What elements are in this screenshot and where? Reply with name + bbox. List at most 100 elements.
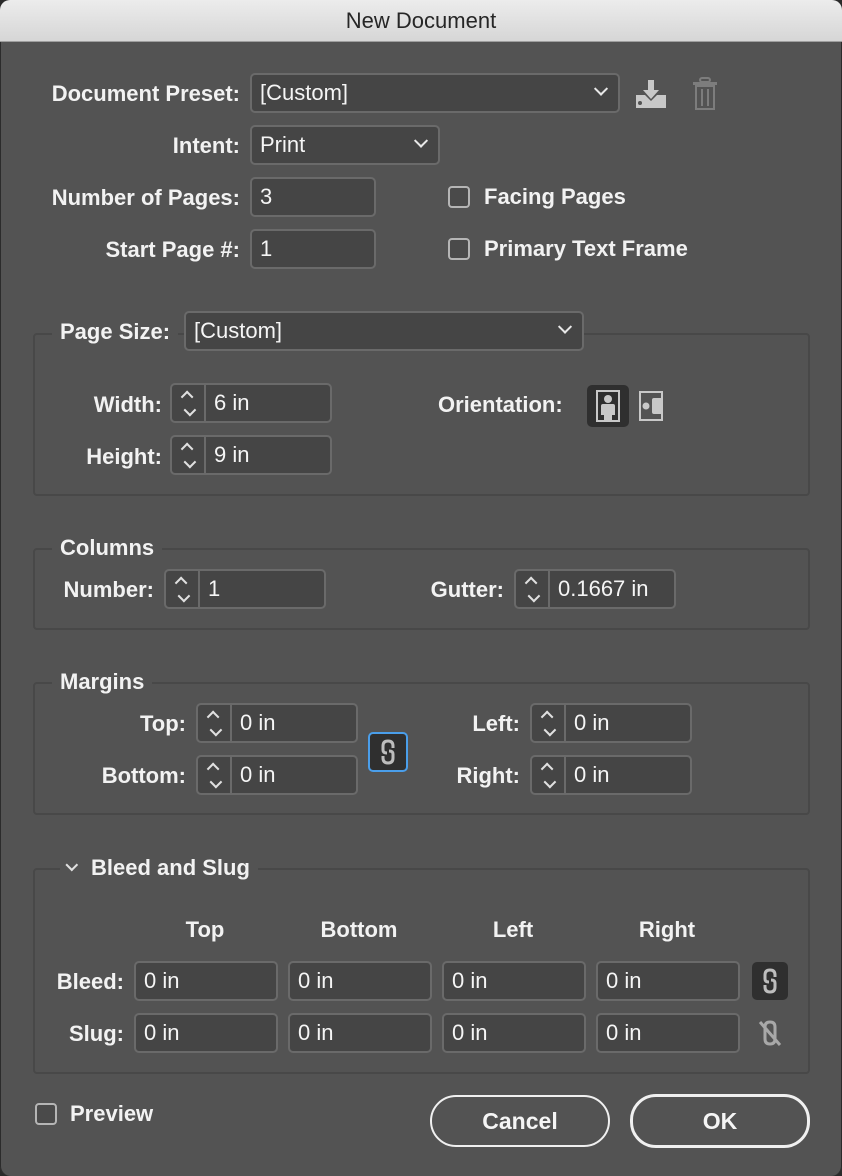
margins-title: Margins	[52, 669, 153, 695]
columns-number-input[interactable]: 1	[164, 569, 326, 609]
primary-text-frame-label: Primary Text Frame	[484, 236, 688, 261]
chevron-down-icon	[65, 858, 79, 871]
margin-bottom-stepper[interactable]	[198, 757, 232, 793]
facing-pages-label: Facing Pages	[484, 184, 626, 209]
chevron-down-icon	[183, 455, 196, 468]
chevron-down-icon	[209, 723, 222, 736]
margin-right-input[interactable]: 0 in	[530, 755, 692, 795]
chevron-down-icon	[543, 723, 556, 736]
intent-label: Intent:	[172, 133, 240, 158]
chevron-up-icon	[540, 762, 553, 775]
slug-right-value: 0 in	[606, 1020, 642, 1045]
bleed-slug-title: Bleed and Slug	[91, 855, 250, 880]
save-preset-button[interactable]	[632, 76, 670, 112]
width-input[interactable]: 6 in	[170, 383, 332, 423]
bleed-bottom-input[interactable]: 0 in	[288, 961, 432, 1001]
chevron-down-icon	[543, 775, 556, 788]
margin-top-input[interactable]: 0 in	[196, 703, 358, 743]
slug-bottom-input[interactable]: 0 in	[288, 1013, 432, 1053]
margin-bottom-input[interactable]: 0 in	[196, 755, 358, 795]
document-preset-select[interactable]: [Custom]	[250, 73, 620, 113]
margin-bottom-label: Bottom:	[101, 763, 186, 788]
margin-right-label: Right:	[456, 763, 520, 788]
start-page-label: Start Page #:	[105, 237, 241, 262]
gutter-input[interactable]: 0.1667 in	[514, 569, 676, 609]
height-value: 9 in	[214, 442, 250, 467]
page-size-select[interactable]: [Custom]	[184, 311, 584, 351]
bleed-top-value: 0 in	[144, 968, 180, 993]
margin-top-label: Top:	[139, 711, 186, 736]
chain-link-icon	[763, 968, 777, 994]
margin-top-value: 0 in	[240, 710, 276, 735]
landscape-orientation-button[interactable]	[636, 388, 666, 424]
slug-top-input[interactable]: 0 in	[134, 1013, 278, 1053]
dialog-title: New Document	[345, 7, 497, 33]
bleed-link-button[interactable]	[752, 962, 788, 1000]
delete-preset-button[interactable]	[688, 76, 722, 112]
margin-left-label: Left:	[472, 711, 520, 736]
chevron-down-icon	[413, 133, 429, 148]
columns-title: Columns	[52, 535, 163, 561]
ok-button[interactable]: OK	[630, 1094, 810, 1148]
chevron-down-icon	[209, 775, 222, 788]
height-label: Height:	[86, 444, 162, 469]
chevron-down-icon	[593, 81, 609, 96]
bleed-right-value: 0 in	[606, 968, 642, 993]
columns-number-label: Number:	[63, 577, 154, 602]
landscape-icon	[639, 391, 663, 421]
column-header-top: Top	[185, 917, 225, 942]
bleed-left-input[interactable]: 0 in	[442, 961, 586, 1001]
bleed-right-input[interactable]: 0 in	[596, 961, 740, 1001]
start-page-value: 1	[260, 236, 273, 261]
document-preset-label: Document Preset:	[51, 81, 240, 106]
slug-left-value: 0 in	[452, 1020, 488, 1045]
primary-text-frame-checkbox[interactable]	[448, 238, 470, 260]
preview-checkbox[interactable]	[35, 1103, 57, 1125]
chevron-down-icon	[183, 403, 196, 416]
cancel-button[interactable]: Cancel	[430, 1095, 610, 1147]
gutter-stepper[interactable]	[516, 571, 550, 607]
intent-select[interactable]: Print	[250, 125, 440, 165]
chevron-down-icon	[557, 319, 573, 334]
preview-label: Preview	[70, 1101, 154, 1126]
margin-right-stepper[interactable]	[532, 757, 566, 793]
portrait-icon	[596, 390, 620, 422]
chain-link-icon	[381, 739, 395, 765]
bleed-label: Bleed:	[56, 969, 124, 994]
margin-left-input[interactable]: 0 in	[530, 703, 692, 743]
column-header-right: Right	[638, 917, 696, 942]
margin-left-stepper[interactable]	[532, 705, 566, 741]
gutter-label: Gutter:	[430, 577, 504, 602]
save-preset-icon	[636, 80, 666, 108]
height-input[interactable]: 9 in	[170, 435, 332, 475]
width-value: 6 in	[214, 390, 250, 415]
slug-top-value: 0 in	[144, 1020, 180, 1045]
margin-top-stepper[interactable]	[198, 705, 232, 741]
width-stepper[interactable]	[172, 385, 206, 421]
height-stepper[interactable]	[172, 437, 206, 473]
number-of-pages-label: Number of Pages:	[51, 185, 240, 210]
facing-pages-checkbox[interactable]	[448, 186, 470, 208]
bleed-slug-toggle[interactable]: Bleed and Slug	[60, 855, 258, 881]
width-label: Width:	[93, 392, 162, 417]
columns-number-stepper[interactable]	[166, 571, 200, 607]
trash-icon	[693, 77, 717, 110]
intent-value: Print	[260, 132, 306, 157]
document-preset-value: [Custom]	[260, 80, 349, 105]
number-of-pages-input[interactable]: 3	[250, 177, 376, 217]
chevron-up-icon	[540, 710, 553, 723]
bleed-left-value: 0 in	[452, 968, 488, 993]
margin-left-value: 0 in	[574, 710, 610, 735]
number-of-pages-value: 3	[260, 184, 273, 209]
page-size-value: [Custom]	[194, 318, 283, 343]
start-page-input[interactable]: 1	[250, 229, 376, 269]
orientation-label: Orientation:	[438, 392, 563, 417]
columns-number-value: 1	[208, 576, 221, 601]
slug-link-button[interactable]	[752, 1014, 788, 1052]
bleed-top-input[interactable]: 0 in	[134, 961, 278, 1001]
slug-right-input[interactable]: 0 in	[596, 1013, 740, 1053]
slug-left-input[interactable]: 0 in	[442, 1013, 586, 1053]
chevron-up-icon	[180, 390, 193, 403]
portrait-orientation-button[interactable]	[587, 385, 629, 427]
page-size-label: Page Size:	[52, 319, 179, 345]
